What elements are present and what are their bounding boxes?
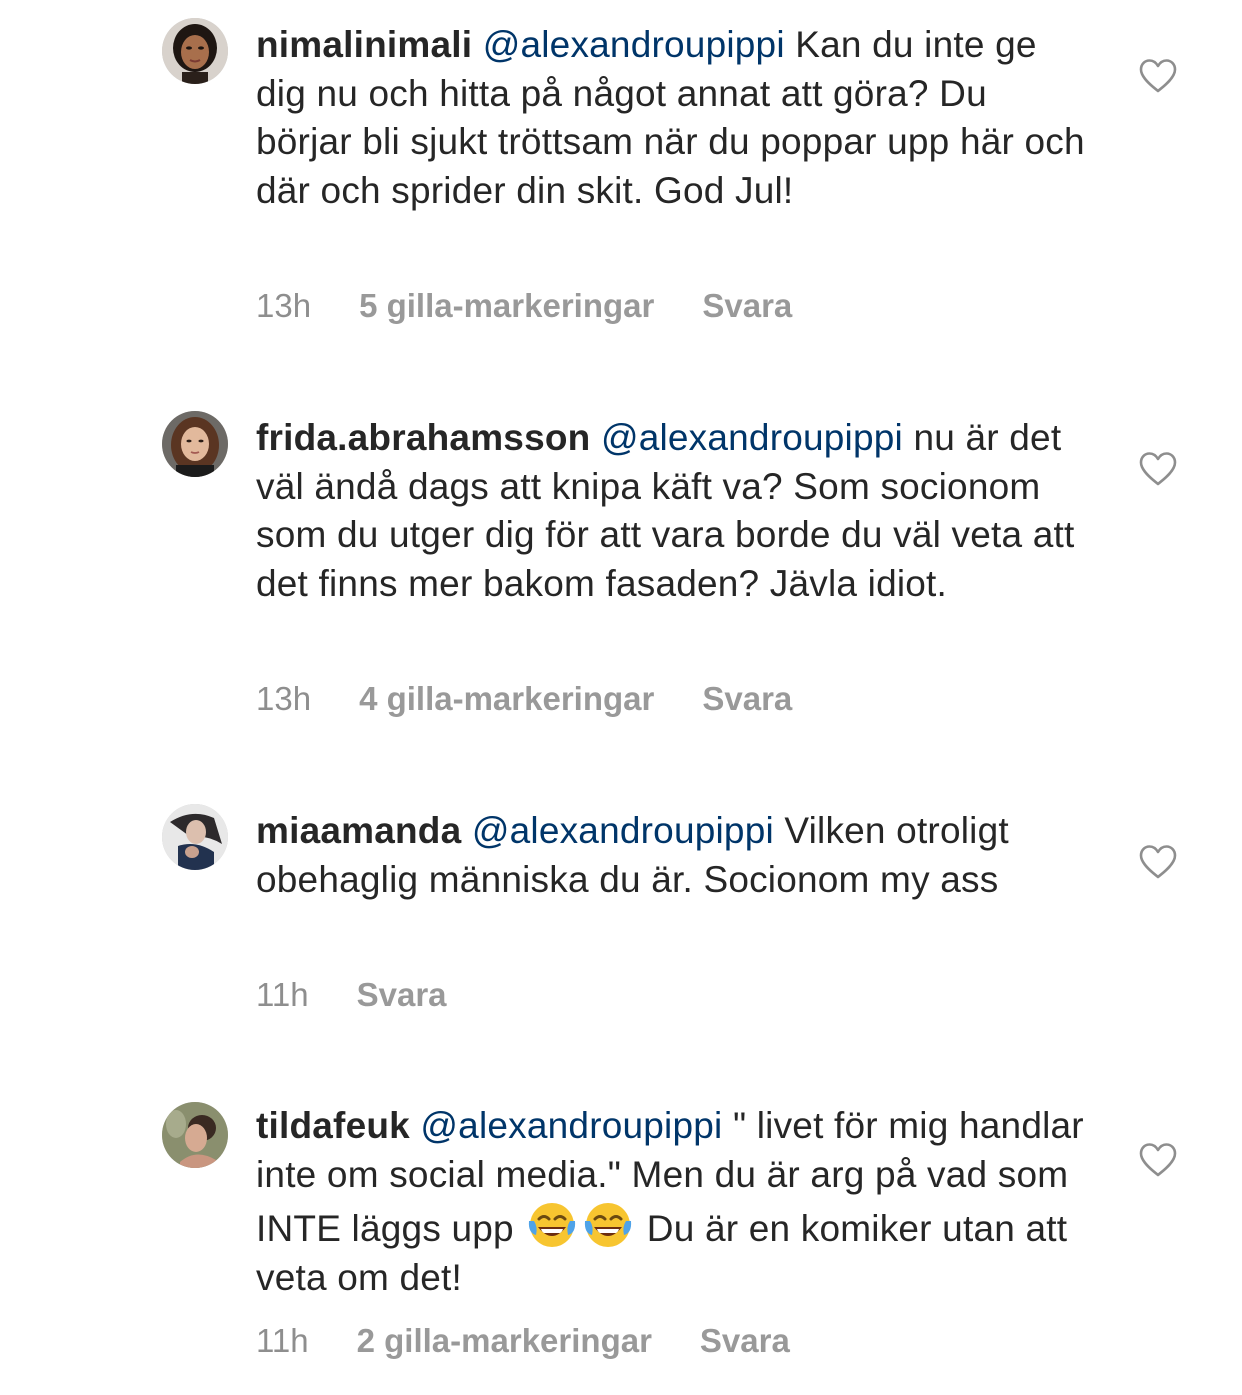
comment-likes[interactable]: 5 gilla-markeringar (359, 287, 654, 325)
comment-likes[interactable]: 4 gilla-markeringar (359, 680, 654, 718)
heart-outline-icon (1139, 845, 1177, 879)
comment-body: nimalinimali @alexandroupippi Kan du int… (256, 21, 1086, 215)
avatar[interactable] (162, 1102, 228, 1168)
comment-likes[interactable]: 2 gilla-markeringar (357, 1322, 652, 1360)
comment-username[interactable]: nimalinimali (256, 24, 472, 65)
reply-button[interactable]: Svara (702, 287, 792, 325)
comment-meta: 11h 2 gilla-markeringar Svara (256, 1322, 838, 1360)
comment-mention[interactable]: @alexandroupippi (483, 24, 785, 65)
comment-mention[interactable]: @alexandroupippi (601, 417, 903, 458)
reply-button[interactable]: Svara (700, 1322, 790, 1360)
face-with-tears-of-joy-icon (582, 1199, 634, 1251)
comment-time: 13h (256, 680, 312, 717)
comment-time: 11h (256, 1322, 309, 1359)
comment-mention[interactable]: @alexandroupippi (420, 1105, 722, 1146)
comment-username[interactable]: tildafeuk (256, 1105, 410, 1146)
comment-username[interactable]: frida.abrahamsson (256, 417, 590, 458)
avatar-icon (162, 18, 228, 84)
heart-outline-icon (1139, 59, 1177, 93)
like-button[interactable] (1138, 451, 1178, 487)
avatar-icon (162, 804, 228, 870)
face-with-tears-of-joy-icon (526, 1199, 578, 1251)
comment-mention[interactable]: @alexandroupippi (472, 810, 774, 851)
comment-body: frida.abrahamsson @alexandroupippi nu är… (256, 414, 1086, 608)
reply-button[interactable]: Svara (357, 976, 447, 1014)
comment-time: 11h (256, 976, 309, 1013)
like-button[interactable] (1138, 58, 1178, 94)
comment-meta: 13h 5 gilla-markeringar Svara (256, 287, 840, 325)
avatar-icon (162, 1102, 228, 1168)
comment-meta: 13h 4 gilla-markeringar Svara (256, 680, 840, 718)
heart-outline-icon (1139, 1143, 1177, 1177)
like-button[interactable] (1138, 1142, 1178, 1178)
comment-body: tildafeuk @alexandroupippi " livet för m… (256, 1102, 1086, 1302)
avatar[interactable] (162, 804, 228, 870)
comment-meta: 11h Svara (256, 976, 495, 1014)
comment-body: miaamanda @alexandroupippi Vilken otroli… (256, 807, 1086, 904)
avatar[interactable] (162, 18, 228, 84)
like-button[interactable] (1138, 844, 1178, 880)
avatar[interactable] (162, 411, 228, 477)
comment-time: 13h (256, 287, 312, 324)
avatar-icon (162, 411, 228, 477)
heart-outline-icon (1139, 452, 1177, 486)
reply-button[interactable]: Svara (702, 680, 792, 718)
comment-username[interactable]: miaamanda (256, 810, 461, 851)
